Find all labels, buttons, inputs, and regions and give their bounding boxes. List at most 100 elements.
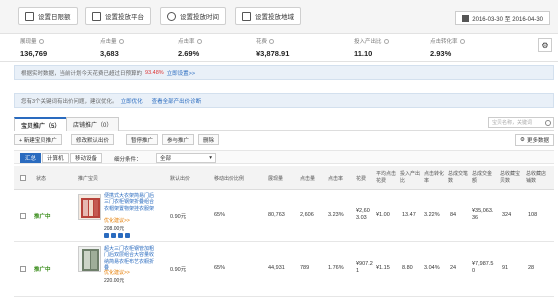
ctr: 3.23%: [328, 212, 344, 218]
wardrobe-image-icon: [79, 247, 100, 271]
budget-notice: 根据实时数据，当前计划今天花费已超过日预算的 93.48% 立即设置>>: [14, 65, 554, 80]
map-icon: [242, 11, 251, 21]
table-row: 推广中 便携式大衣架简易门后三门衣柜钢架折叠组合衣帽架置物架挂衣服架 优化建议>…: [14, 190, 554, 242]
metric-ctr: 点击率 2.69%: [178, 37, 202, 58]
segment-select[interactable]: 全部 ▾: [156, 153, 216, 163]
pause-promotion-button[interactable]: 暂停推广: [126, 134, 159, 145]
clicks: 789: [300, 265, 310, 271]
product-title-link[interactable]: 超大三门衣柜钢管加粗门后双层组合大容量收纳简易衣柜布艺衣橱折叠: [104, 246, 154, 271]
gear-icon: ⚙: [520, 137, 525, 143]
gmv: ¥35,063.36: [472, 208, 494, 221]
table-header: 状态 推广宝贝 默认出价 移动出价比例 展现量 点击量 点击率 花费 平均点击花…: [14, 166, 554, 190]
product-title-link[interactable]: 便携式大衣架简易门后三门衣柜钢架折叠组合衣帽架置物架挂衣服架: [104, 193, 154, 212]
row-action-icons: [104, 233, 130, 238]
col-clicks[interactable]: 点击量: [300, 166, 315, 190]
optimize-now-link[interactable]: 立即优化: [121, 97, 143, 105]
col-status[interactable]: 状态: [36, 166, 46, 190]
segment-label: 细分条件：: [114, 157, 142, 163]
row-checkbox[interactable]: [20, 213, 26, 219]
tab-item-promotion[interactable]: 宝贝推广（5）: [14, 117, 68, 131]
select-all-checkbox[interactable]: [20, 166, 26, 190]
set-daily-budget-button[interactable]: 设置日限额: [18, 7, 78, 25]
metric-cvr: 点击转化率 2.93%: [430, 37, 465, 58]
clock-icon: [167, 11, 176, 21]
filter-mobile-button[interactable]: 移动设备: [70, 153, 103, 163]
product-thumbnail[interactable]: [78, 246, 101, 272]
coin-bag-icon: [25, 11, 34, 21]
clicks: 2,606: [300, 212, 314, 218]
help-icon: [196, 38, 202, 44]
help-icon: [118, 38, 124, 44]
search-input[interactable]: 宝贝名称，关键词: [488, 117, 554, 128]
fav-items: 324: [502, 212, 512, 218]
avg-cpc: ¥1.15: [376, 265, 390, 271]
promotion-tabs: 宝贝推广（5） 店铺推广（0） 宝贝名称，关键词: [14, 117, 554, 131]
row-checkbox[interactable]: [20, 266, 26, 272]
edit-icon[interactable]: [125, 233, 130, 238]
keyword-notice: 您有3个关键词有出价问题，建议优化。 立即优化 查看全部产出价诊断: [14, 93, 554, 108]
more-data-button[interactable]: ⚙ 更多数据: [515, 134, 554, 146]
join-promotion-button[interactable]: 参与推广: [162, 134, 195, 145]
col-orders[interactable]: 总成交笔数: [448, 166, 468, 190]
new-promotion-button[interactable]: + 新建宝贝推广: [14, 134, 62, 145]
action-toolbar: + 新建宝贝推广 修改默认出价 暂停推广 参与推广 删除 ⚙ 更多数据: [14, 134, 554, 148]
view-diagnosis-link[interactable]: 查看全部产出价诊断: [152, 97, 202, 105]
set-region-button[interactable]: 设置投放地域: [235, 7, 301, 25]
col-cvr[interactable]: 点击转化率: [424, 166, 444, 190]
optimize-suggestion-link[interactable]: 优化建议>>: [104, 269, 130, 276]
col-impressions[interactable]: 展现量: [268, 166, 283, 190]
col-cost[interactable]: 花费: [356, 166, 376, 190]
link-icon[interactable]: [104, 233, 109, 238]
col-avg-cpc[interactable]: 平均点击花费: [376, 166, 398, 190]
gear-icon[interactable]: ⚙: [538, 38, 552, 52]
metric-cost: 花费 ¥3,878.91: [256, 38, 290, 58]
impressions: 80,763: [268, 212, 285, 218]
optimize-suggestion-link[interactable]: 优化建议>>: [104, 217, 130, 224]
chart-icon[interactable]: [118, 233, 123, 238]
col-mobile-ratio[interactable]: 移动出价比例: [214, 166, 244, 190]
col-ctr[interactable]: 点击率: [328, 166, 343, 190]
filter-pc-button[interactable]: 计算机: [42, 153, 69, 163]
col-fav-items[interactable]: 总收藏宝贝数: [500, 166, 522, 190]
col-roi[interactable]: 投入产出比: [400, 166, 420, 190]
default-bid[interactable]: 0.90元: [170, 212, 186, 220]
col-fav-shops[interactable]: 总收藏店铺数: [526, 166, 550, 190]
filter-all-button[interactable]: 汇总: [20, 153, 42, 163]
roi: 13.47: [402, 212, 416, 218]
metrics-summary: 展现量 136,769 点击量 3,683 点击率 2.69% 花费 ¥3,87…: [0, 34, 558, 62]
cost: ¥907.21: [356, 261, 373, 274]
monitor-icon: [92, 11, 101, 21]
wardrobe-image-icon: [79, 195, 100, 219]
tab-shop-promotion[interactable]: 店铺推广（0）: [66, 117, 120, 131]
search-icon[interactable]: [545, 119, 551, 126]
roi: 8.80: [402, 265, 413, 271]
date-range-picker[interactable]: 2016-03-30 至 2016-04-30: [455, 11, 550, 25]
col-default-bid[interactable]: 默认出价: [170, 166, 190, 190]
status-badge: 推广中: [34, 267, 51, 273]
avg-cpc: ¥1.00: [376, 212, 390, 218]
impressions: 44,931: [268, 265, 285, 271]
help-icon: [383, 38, 389, 44]
gmv: ¥7,987.50: [472, 261, 494, 274]
cost: ¥2,603.03: [356, 208, 370, 221]
help-icon: [269, 38, 275, 44]
delete-button[interactable]: 删除: [198, 134, 220, 145]
edit-default-bid-button[interactable]: 修改默认出价: [71, 134, 115, 145]
calendar-icon: [462, 14, 470, 22]
fav-items: 91: [502, 265, 509, 271]
set-platform-button[interactable]: 设置投放平台: [85, 7, 151, 25]
set-schedule-button[interactable]: 设置投放时间: [160, 7, 226, 25]
filter-bar: 汇总 计算机 移动设备 细分条件： 全部 ▾: [14, 150, 554, 164]
mobile-icon[interactable]: [111, 233, 116, 238]
help-icon: [459, 38, 465, 44]
metric-clicks: 点击量 3,683: [100, 37, 124, 58]
product-price: 208.00元: [104, 226, 125, 232]
set-budget-link[interactable]: 立即设置>>: [167, 69, 195, 77]
col-item: 推广宝贝: [78, 175, 99, 182]
ctr: 1.76%: [328, 265, 344, 271]
default-bid[interactable]: 0.90元: [170, 265, 186, 273]
product-thumbnail[interactable]: [78, 194, 101, 220]
col-gmv[interactable]: 总成交金额: [472, 166, 496, 190]
top-toolbar: 设置日限额 设置投放平台 设置投放时间 设置投放地域 2016-03-30 至 …: [0, 0, 558, 34]
status-badge: 推广中: [34, 214, 51, 220]
